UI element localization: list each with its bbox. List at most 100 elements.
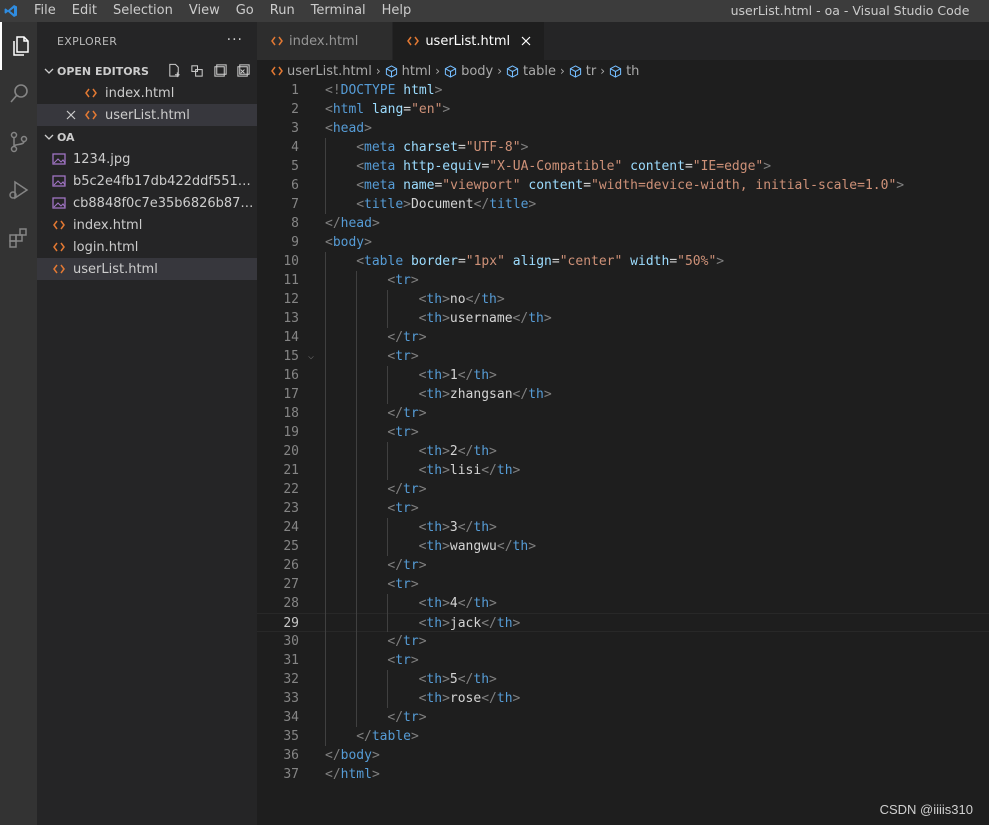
- code-line[interactable]: 30 </tr>: [257, 632, 989, 651]
- code-line[interactable]: 32 <th>5</th>: [257, 670, 989, 689]
- image-file-icon: [51, 195, 67, 211]
- chevron-down-icon: [41, 66, 57, 76]
- code-line[interactable]: 26 </tr>: [257, 556, 989, 575]
- line-number: 26: [283, 558, 299, 573]
- line-number: 25: [283, 539, 299, 554]
- new-folder-icon[interactable]: [190, 63, 205, 81]
- tab-index-html[interactable]: index.html: [257, 22, 394, 60]
- code-line[interactable]: 10 <table border="1px" align="center" wid…: [257, 252, 989, 271]
- tab-label: userList.html: [425, 33, 511, 49]
- fold-chevron-icon[interactable]: ⌵: [308, 347, 314, 366]
- line-number: 3: [291, 121, 299, 136]
- code-text: <tr>: [387, 577, 419, 592]
- window-title: userList.html - oa - Visual Studio Code: [730, 3, 970, 18]
- menu-bar: File Edit Selection View Go Run Terminal Help: [26, 0, 419, 22]
- close-icon[interactable]: [518, 36, 534, 46]
- code-line[interactable]: 23 <tr>: [257, 499, 989, 518]
- menu-terminal[interactable]: Terminal: [303, 0, 374, 22]
- html-file-icon: [271, 36, 283, 46]
- code-line[interactable]: 36 </body>: [257, 746, 989, 765]
- menu-help[interactable]: Help: [374, 0, 420, 22]
- code-line[interactable]: 34 </tr>: [257, 708, 989, 727]
- title-bar: File Edit Selection View Go Run Terminal Help u…: [0, 0, 989, 22]
- code-line[interactable]: 15 ⌵ <tr>: [257, 347, 989, 366]
- element-icon: [385, 64, 398, 78]
- code-text: </tr>: [387, 634, 427, 649]
- code-editor[interactable]: 1 <!DOCTYPE html> 2 <html lang="en"> 3 <head>…: [257, 80, 989, 825]
- code-line[interactable]: 8 </head>: [257, 214, 989, 233]
- code-line[interactable]: 18 </tr>: [257, 404, 989, 423]
- code-line[interactable]: 13 <th>username</th>: [257, 309, 989, 328]
- breadcrumb-item[interactable]: table ›: [506, 64, 569, 79]
- breadcrumb-item[interactable]: body ›: [444, 64, 506, 79]
- menu-selection[interactable]: Selection: [105, 0, 181, 22]
- file-tree-item[interactable]: userList.html: [37, 258, 257, 280]
- code-line[interactable]: 4 <meta charset="UTF-8">: [257, 138, 989, 157]
- source-control-icon[interactable]: [0, 118, 37, 166]
- open-editor-item[interactable]: userList.html: [37, 104, 257, 126]
- html-file-icon: [83, 85, 99, 101]
- code-line[interactable]: 37 </html>: [257, 765, 989, 784]
- breadcrumb-item[interactable]: userList.html ›: [271, 64, 385, 79]
- line-number: 18: [283, 406, 299, 421]
- code-line[interactable]: 25 <th>wangwu</th>: [257, 537, 989, 556]
- code-line[interactable]: 28 <th>4</th>: [257, 594, 989, 613]
- code-line[interactable]: 21 <th>lisi</th>: [257, 461, 989, 480]
- open-editors-header[interactable]: OPEN EDITORS: [37, 60, 257, 82]
- code-line[interactable]: 6 <meta name="viewport" content="width=de…: [257, 176, 989, 195]
- open-editor-item[interactable]: index.html: [37, 82, 257, 104]
- code-line[interactable]: 2 <html lang="en">: [257, 100, 989, 119]
- breadcrumb-item[interactable]: html ›: [385, 64, 444, 79]
- indent-guide: [387, 290, 389, 328]
- file-name: b5c2e4fb17db422ddf5518a25...: [73, 173, 257, 189]
- chevron-right-icon: ›: [435, 64, 441, 78]
- code-line[interactable]: 33 <th>rose</th>: [257, 689, 989, 708]
- code-line[interactable]: 16 <th>1</th>: [257, 366, 989, 385]
- code-line[interactable]: 24 <th>3</th>: [257, 518, 989, 537]
- close-icon[interactable]: [63, 110, 79, 120]
- element-icon: [444, 64, 457, 78]
- code-line[interactable]: 20 <th>2</th>: [257, 442, 989, 461]
- run-debug-icon[interactable]: [0, 166, 37, 214]
- code-text: <th>1</th>: [418, 368, 497, 383]
- more-actions-icon[interactable]: ···: [227, 32, 243, 48]
- code-line[interactable]: 19 <tr>: [257, 423, 989, 442]
- explorer-icon[interactable]: [0, 22, 37, 70]
- extensions-icon[interactable]: [0, 214, 37, 262]
- code-line[interactable]: 35 </table>: [257, 727, 989, 746]
- close-all-icon[interactable]: [236, 63, 251, 81]
- code-text: <th>zhangsan</th>: [418, 387, 552, 402]
- menu-edit[interactable]: Edit: [64, 0, 105, 22]
- file-tree-item[interactable]: index.html: [37, 214, 257, 236]
- menu-view[interactable]: View: [181, 0, 228, 22]
- code-line[interactable]: 9 <body>: [257, 233, 989, 252]
- code-line[interactable]: 5 <meta http-equiv="X-UA-Compatible" cont…: [257, 157, 989, 176]
- menu-file[interactable]: File: [26, 0, 64, 22]
- breadcrumb-item[interactable]: th: [609, 64, 639, 79]
- breadcrumb-item[interactable]: tr ›: [569, 64, 609, 79]
- file-tree-item[interactable]: b5c2e4fb17db422ddf5518a25...: [37, 170, 257, 192]
- save-all-icon[interactable]: [213, 63, 228, 81]
- tab-userlist-html[interactable]: userList.html: [393, 22, 546, 60]
- file-tree-item[interactable]: 1234.jpg: [37, 148, 257, 170]
- file-name: cb8848f0c7e35b6826b874e9d...: [73, 195, 257, 211]
- code-line[interactable]: 22 </tr>: [257, 480, 989, 499]
- code-line[interactable]: 29 <th>jack</th>: [257, 613, 989, 632]
- code-line[interactable]: 1 <!DOCTYPE html>: [257, 81, 989, 100]
- menu-run[interactable]: Run: [262, 0, 303, 22]
- code-line[interactable]: 7 <title>Document</title>: [257, 195, 989, 214]
- code-line[interactable]: 14 </tr>: [257, 328, 989, 347]
- code-line[interactable]: 27 <tr>: [257, 575, 989, 594]
- file-tree-item[interactable]: login.html: [37, 236, 257, 258]
- new-file-icon[interactable]: [167, 63, 182, 81]
- code-line[interactable]: 11 <tr>: [257, 271, 989, 290]
- search-icon[interactable]: [0, 70, 37, 118]
- html-file-icon: [271, 66, 283, 76]
- code-line[interactable]: 3 <head>: [257, 119, 989, 138]
- code-line[interactable]: 12 <th>no</th>: [257, 290, 989, 309]
- code-line[interactable]: 31 <tr>: [257, 651, 989, 670]
- code-line[interactable]: 17 <th>zhangsan</th>: [257, 385, 989, 404]
- file-tree-item[interactable]: cb8848f0c7e35b6826b874e9d...: [37, 192, 257, 214]
- menu-go[interactable]: Go: [228, 0, 262, 22]
- folder-oa-header[interactable]: OA: [37, 126, 257, 148]
